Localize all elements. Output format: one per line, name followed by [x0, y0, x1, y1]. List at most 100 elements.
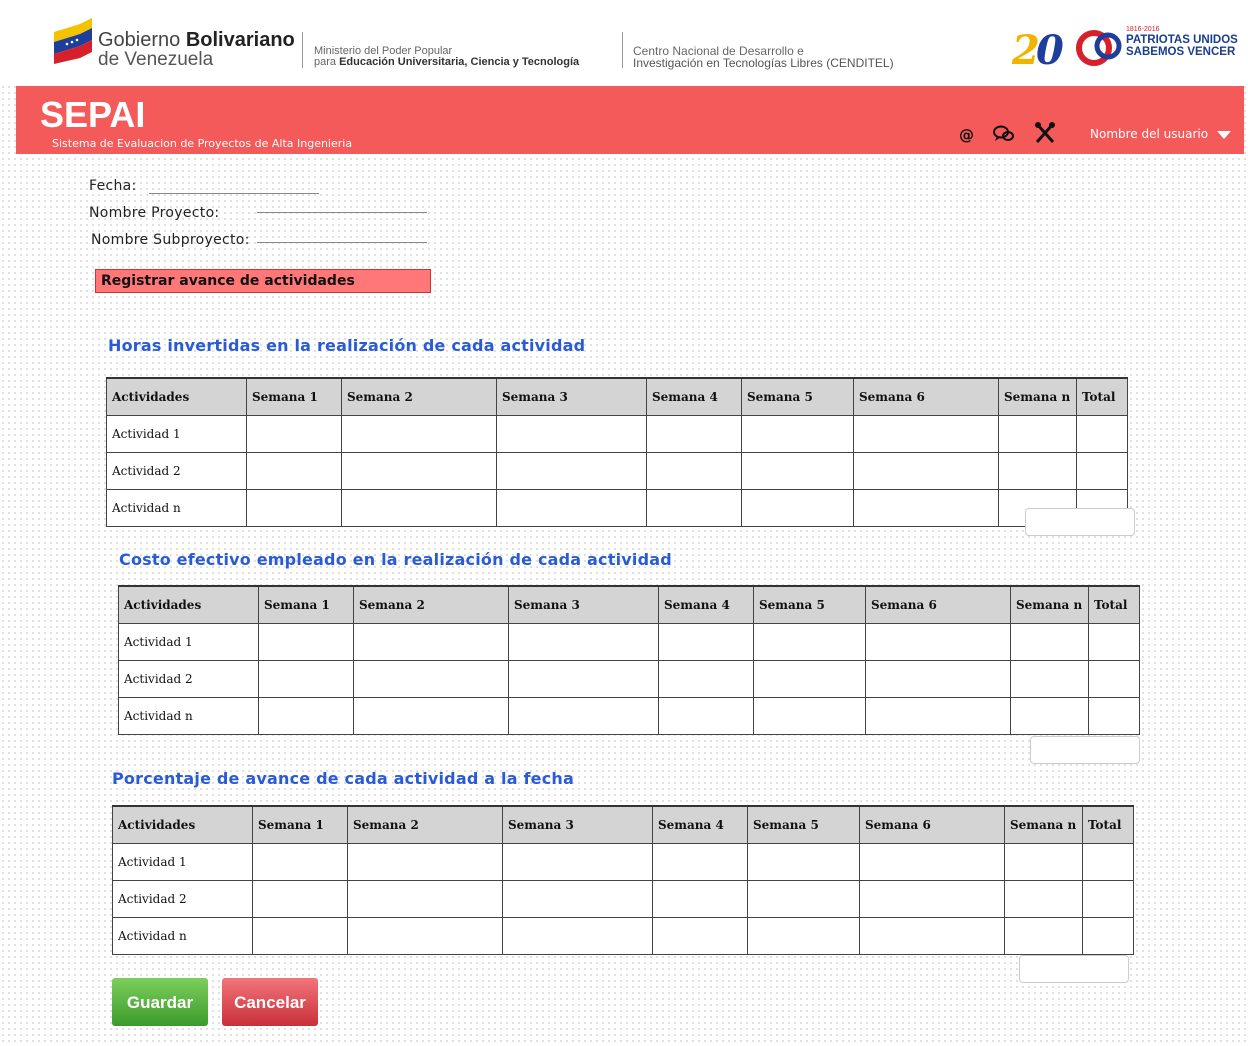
total-summary-box [1030, 736, 1140, 764]
progress-table: Actividades Semana 1 Semana 2 Semana 3 S… [112, 805, 1134, 955]
cell[interactable] [998, 415, 1077, 453]
cell[interactable] [246, 415, 342, 453]
cell[interactable] [658, 697, 754, 735]
svg-text:0: 0 [1036, 27, 1064, 70]
cell[interactable] [496, 415, 647, 453]
chevron-down-icon[interactable] [1217, 131, 1231, 139]
fecha-field[interactable] [149, 193, 319, 194]
column-header: Semana 1 [246, 377, 342, 416]
cost-table: Actividades Semana 1 Semana 2 Semana 3 S… [118, 585, 1140, 735]
cell[interactable] [246, 489, 342, 527]
cell[interactable] [646, 415, 742, 453]
cell[interactable] [865, 660, 1011, 698]
cell[interactable] [502, 843, 653, 881]
cell[interactable] [353, 697, 509, 735]
table-row: Actividad n [106, 489, 1128, 527]
cell[interactable] [246, 452, 342, 490]
app-title: SEPAI [40, 94, 146, 135]
bicentennial-logo-icon: 2 0 [1012, 27, 1122, 70]
total-cell [1082, 917, 1134, 955]
cell[interactable] [652, 843, 748, 881]
save-button[interactable]: Guardar [112, 978, 208, 1026]
cell[interactable] [853, 452, 999, 490]
proyecto-label: Nombre Proyecto: [89, 205, 220, 221]
cell[interactable] [347, 880, 503, 918]
table-header-row: Actividades Semana 1 Semana 2 Semana 3 S… [112, 805, 1134, 844]
cell[interactable] [741, 452, 854, 490]
column-header: Semana 3 [502, 805, 653, 844]
total-summary-box [1025, 508, 1135, 536]
cell[interactable] [853, 489, 999, 527]
cell[interactable] [853, 415, 999, 453]
cell[interactable] [258, 623, 354, 661]
table-row: Actividad n [118, 697, 1140, 735]
table-header-row: Actividades Semana 1 Semana 2 Semana 3 S… [106, 377, 1128, 416]
cell[interactable] [1010, 660, 1089, 698]
cell[interactable] [341, 489, 497, 527]
cell[interactable] [747, 880, 860, 918]
cell[interactable] [652, 880, 748, 918]
cell[interactable] [865, 623, 1011, 661]
cell[interactable] [1010, 623, 1089, 661]
cell[interactable] [859, 843, 1005, 881]
cell[interactable] [859, 880, 1005, 918]
cell[interactable] [658, 623, 754, 661]
cell[interactable] [1004, 917, 1083, 955]
cell[interactable] [508, 697, 659, 735]
activity-label: Actividad n [118, 697, 259, 735]
column-header: Total [1088, 585, 1140, 624]
total-cell [1088, 697, 1140, 735]
table-row: Actividad 1 [106, 415, 1128, 453]
chat-icon[interactable] [992, 124, 1016, 144]
cell[interactable] [347, 843, 503, 881]
cell[interactable] [502, 880, 653, 918]
cell[interactable] [252, 880, 348, 918]
tools-icon[interactable] [1034, 121, 1056, 145]
cell[interactable] [859, 917, 1005, 955]
activity-label: Actividad 2 [112, 880, 253, 918]
cell[interactable] [341, 452, 497, 490]
cell[interactable] [865, 697, 1011, 735]
cell[interactable] [258, 697, 354, 735]
cell[interactable] [998, 452, 1077, 490]
cell[interactable] [508, 623, 659, 661]
cell[interactable] [502, 917, 653, 955]
column-header: Semana 1 [252, 805, 348, 844]
cell[interactable] [658, 660, 754, 698]
column-header: Actividades [112, 805, 253, 844]
column-header: Semana 5 [741, 377, 854, 416]
proyecto-field[interactable] [257, 212, 427, 213]
column-header: Semana 4 [652, 805, 748, 844]
cell[interactable] [1004, 880, 1083, 918]
cell[interactable] [1010, 697, 1089, 735]
cell[interactable] [353, 623, 509, 661]
cell[interactable] [258, 660, 354, 698]
cell[interactable] [747, 843, 860, 881]
cell[interactable] [753, 660, 866, 698]
cell[interactable] [747, 917, 860, 955]
cell[interactable] [508, 660, 659, 698]
cell[interactable] [496, 489, 647, 527]
gov-name-line2: de Venezuela [98, 49, 214, 70]
cell[interactable] [341, 415, 497, 453]
cell[interactable] [252, 917, 348, 955]
cell[interactable] [652, 917, 748, 955]
cell[interactable] [347, 917, 503, 955]
cell[interactable] [753, 623, 866, 661]
column-header: Semana 1 [258, 585, 354, 624]
header-divider [302, 32, 303, 68]
subproyecto-field[interactable] [257, 242, 427, 243]
cell[interactable] [646, 489, 742, 527]
cell[interactable] [353, 660, 509, 698]
at-icon[interactable]: @ [959, 126, 974, 144]
cell[interactable] [252, 843, 348, 881]
cell[interactable] [753, 697, 866, 735]
cancel-button[interactable]: Cancelar [222, 978, 318, 1026]
cell[interactable] [646, 452, 742, 490]
cell[interactable] [741, 415, 854, 453]
cell[interactable] [1004, 843, 1083, 881]
total-cell [1082, 843, 1134, 881]
cell[interactable] [741, 489, 854, 527]
user-menu[interactable]: Nombre del usuario [1090, 127, 1208, 141]
cell[interactable] [496, 452, 647, 490]
